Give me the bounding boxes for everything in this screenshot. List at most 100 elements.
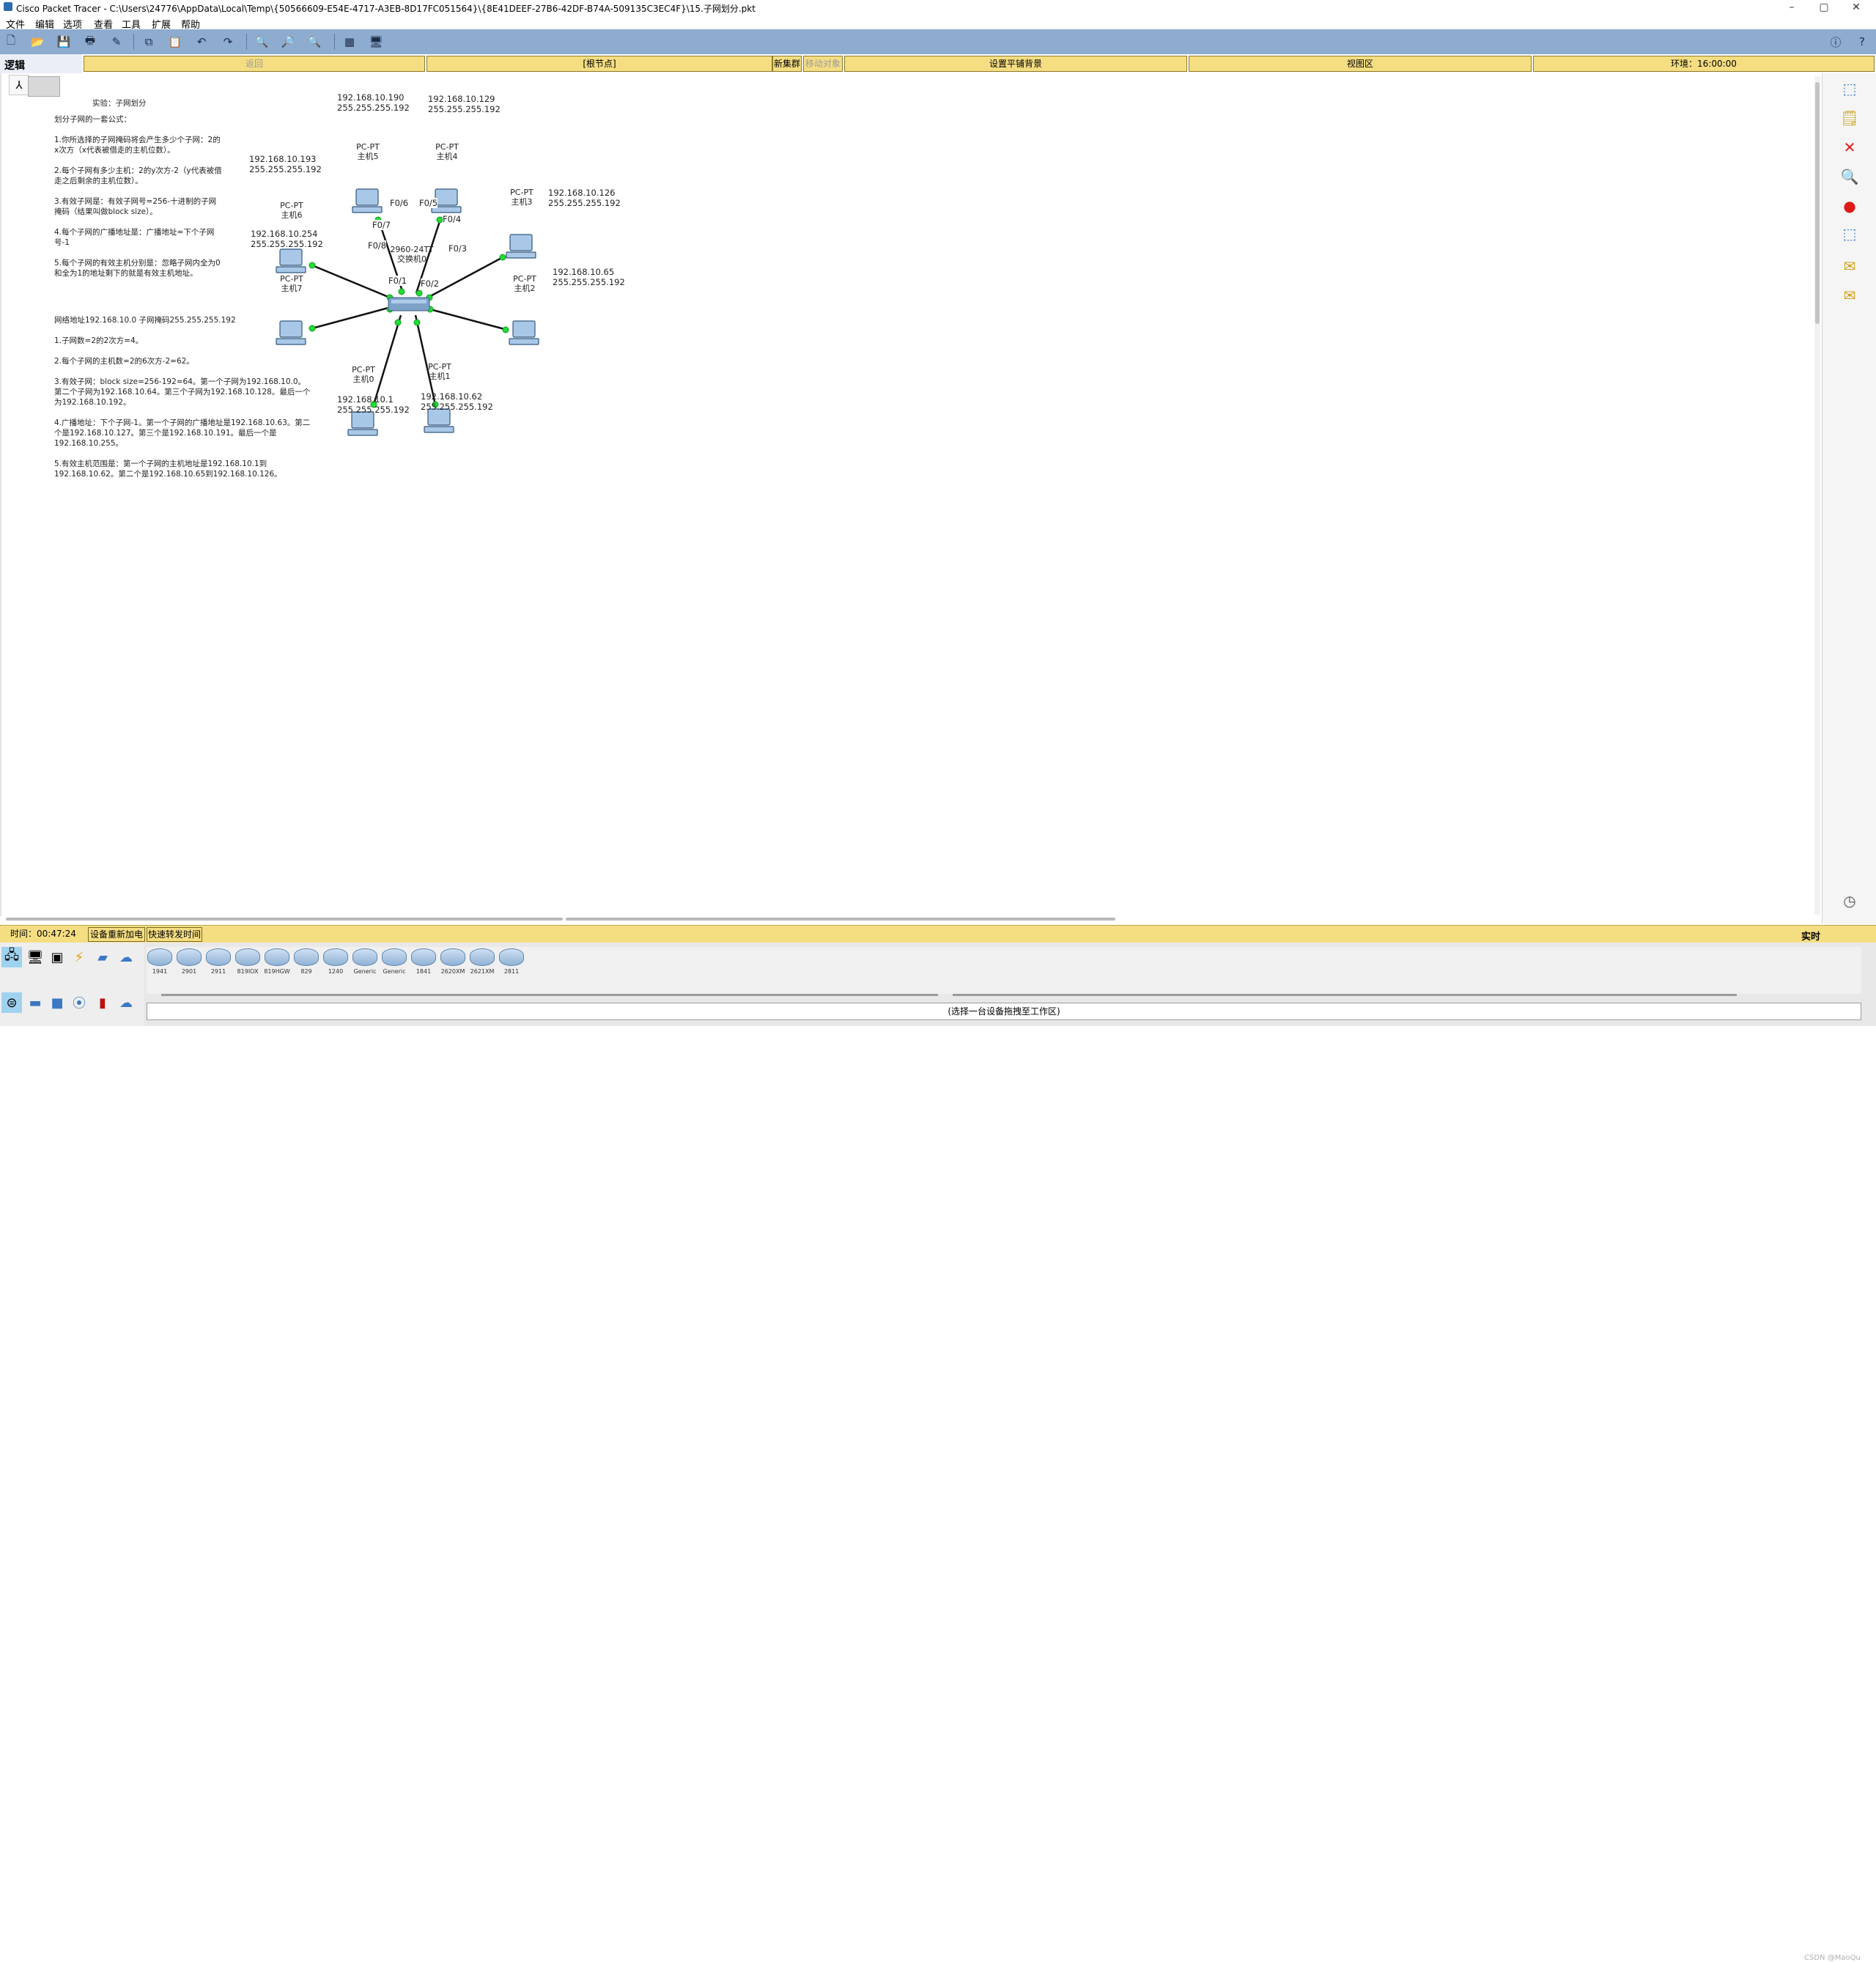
maximize-button[interactable]: ▢ — [1809, 0, 1839, 15]
undo-icon[interactable]: ↶ — [193, 34, 210, 50]
router-2620xm[interactable]: 2620XM — [440, 947, 466, 975]
workspace-vertical-scrollbar[interactable] — [1814, 76, 1820, 915]
host0-label[interactable]: PC-PT 主机0 — [343, 365, 384, 384]
host7-mask: 255.255.255.192 — [251, 239, 323, 249]
environment-button[interactable]: 环境：16:00:00 — [1533, 56, 1875, 72]
host2-ip-note[interactable]: 192.168.10.65 255.255.255.192 — [553, 267, 625, 287]
add-simple-pdu-icon[interactable]: ✉ — [1840, 257, 1859, 276]
logical-tab[interactable]: 逻辑 — [0, 54, 82, 73]
router-icon — [177, 948, 202, 966]
activity-wizard-icon[interactable]: ✎ — [108, 34, 125, 50]
menu-bar: 文件 编辑 选项 查看 工具 扩展 帮助 — [0, 15, 1876, 31]
connections-icon[interactable]: ⚡ — [69, 947, 89, 967]
power-cycle-button[interactable]: 设备重新加电 — [88, 927, 145, 942]
host6-type: PC-PT — [280, 201, 303, 210]
info-icon[interactable]: ⓘ — [1828, 34, 1844, 50]
device-list-scrollbar[interactable] — [161, 994, 938, 996]
realtime-mode-label[interactable]: 实时 — [1801, 929, 1820, 943]
security-icon[interactable]: ▮ — [92, 992, 113, 1013]
host1-ip-note[interactable]: 192.168.10.62 255.255.255.192 — [421, 391, 493, 412]
routers-icon[interactable]: ⊜ — [1, 992, 22, 1013]
back-button[interactable]: 返回 — [84, 56, 425, 72]
host7-ip-note[interactable]: 192.168.10.254 255.255.255.192 — [251, 229, 323, 249]
logical-nav-bar: 逻辑 返回 [根节点] 新集群 移动对象 设置平铺背景 视图区 环境：16:00… — [0, 54, 1876, 73]
router-1240[interactable]: 1240 — [322, 947, 349, 975]
logical-tab-label: 逻辑 — [4, 60, 25, 72]
host5-label[interactable]: PC-PT 主机5 — [347, 142, 388, 161]
redo-icon[interactable]: ↷ — [220, 34, 236, 50]
pc-icon-host3 — [506, 234, 536, 259]
custom-device-icon[interactable]: 🖥 — [368, 34, 384, 50]
draw-shape-icon[interactable]: ● — [1840, 196, 1859, 215]
host7-label[interactable]: PC-PT 主机7 — [271, 274, 312, 293]
wan-emulation-icon[interactable]: ☁ — [116, 992, 136, 1013]
wireless-devices-icon[interactable]: ⦿ — [69, 992, 89, 1013]
delete-icon[interactable]: ✕ — [1840, 138, 1859, 157]
multiuser-icon[interactable]: ☁ — [116, 947, 136, 967]
zoom-out-icon[interactable]: 🔍 — [306, 34, 322, 50]
host3-ip-note[interactable]: 192.168.10.126 255.255.255.192 — [548, 188, 621, 208]
router-819hgw[interactable]: 819HGW — [264, 947, 290, 975]
miscellaneous-icon[interactable]: ▰ — [92, 947, 113, 967]
components-icon[interactable]: ▣ — [47, 947, 67, 967]
move-object-button[interactable]: 移动对象 — [803, 56, 843, 72]
select-icon[interactable]: ⬚ — [1840, 79, 1859, 98]
help-icon[interactable]: ? — [1854, 34, 1870, 50]
open-folder-icon[interactable]: 📂 — [29, 34, 45, 50]
viewport-button[interactable]: 视图区 — [1189, 56, 1532, 72]
save-icon[interactable]: 💾 — [56, 34, 72, 50]
router-2901[interactable]: 2901 — [176, 947, 202, 975]
zoom-in-icon[interactable]: 🔍 — [254, 34, 270, 50]
port-label-f07: F0/7 — [372, 220, 391, 230]
host6-ip-note[interactable]: 192.168.10.193 255.255.255.192 — [249, 154, 322, 174]
host3-label[interactable]: PC-PT 主机3 — [501, 188, 542, 207]
fast-forward-button[interactable]: 快速转发时间 — [147, 927, 202, 942]
switches-icon[interactable]: ▬ — [25, 992, 45, 1013]
print-icon[interactable]: 🖶 — [82, 34, 98, 50]
router-1841[interactable]: 1841 — [410, 947, 437, 975]
host5-ip-note[interactable]: 192.168.10.190 255.255.255.192 — [337, 92, 410, 113]
host0-ip-note[interactable]: 192.168.10.1 255.255.255.192 — [337, 394, 410, 415]
set-background-button[interactable]: 设置平铺背景 — [844, 56, 1187, 72]
zoom-reset-icon[interactable]: 🔎 — [280, 34, 296, 50]
inspect-icon[interactable]: 🔍 — [1840, 167, 1859, 186]
router-1941[interactable]: 1941 — [147, 947, 173, 975]
network-devices-icon[interactable]: 🖧 — [1, 947, 22, 967]
root-node-button[interactable]: [根节点] — [426, 56, 772, 72]
host4-label[interactable]: PC-PT 主机4 — [426, 142, 468, 161]
router-819iox[interactable]: 819IOX — [234, 947, 261, 975]
router-2911[interactable]: 2911 — [205, 947, 232, 975]
elapsed-time: 时间：00:47:24 — [10, 929, 76, 939]
router-2621xm[interactable]: 2621XM — [469, 947, 495, 975]
hubs-icon[interactable]: ■ — [47, 992, 67, 1013]
router-generic-1[interactable]: Generic — [352, 947, 378, 975]
end-devices-icon[interactable]: 🖥 — [25, 947, 45, 967]
port-label-f03: F0/3 — [448, 243, 468, 254]
resize-shape-icon[interactable]: ⬚ — [1840, 224, 1859, 243]
drawing-palette-icon[interactable]: ▦ — [341, 34, 358, 50]
place-note-icon[interactable]: 🗒 — [1840, 108, 1859, 128]
realtime-clock-icon[interactable]: ◷ — [1840, 891, 1859, 910]
paste-icon[interactable]: 📋 — [167, 34, 183, 50]
host1-label[interactable]: PC-PT 主机1 — [419, 362, 460, 381]
app-icon — [4, 2, 12, 11]
new-cluster-button[interactable]: 新集群 — [772, 56, 802, 72]
host2-label[interactable]: PC-PT 主机2 — [504, 274, 545, 293]
close-button[interactable]: ✕ — [1841, 0, 1872, 15]
device-list-scrollbar-track[interactable] — [953, 994, 1737, 996]
copy-icon[interactable]: ⧉ — [141, 34, 157, 50]
new-file-icon[interactable]: 🗋 — [3, 34, 19, 50]
host6-label[interactable]: PC-PT 主机6 — [271, 201, 312, 220]
add-complex-pdu-icon[interactable]: ✉ — [1840, 286, 1859, 305]
router-829[interactable]: 829 — [293, 947, 320, 975]
minimize-button[interactable]: – — [1776, 0, 1807, 15]
vertical-scroll-thumb[interactable] — [1815, 82, 1820, 324]
workspace-horizontal-scrollbar[interactable] — [6, 918, 563, 921]
workspace-horizontal-scrollbar-track[interactable] — [566, 918, 1115, 921]
logical-workspace[interactable]: ⅄ 实验：子网划分 划分子网的一套公式： 1.你所选择的子网掩码将会产生多少个子… — [0, 73, 1822, 916]
host4-ip: 192.168.10.129 — [428, 94, 495, 104]
router-generic-2[interactable]: Generic — [381, 947, 407, 975]
host4-ip-note[interactable]: 192.168.10.129 255.255.255.192 — [428, 94, 501, 114]
router-label: 2621XM — [470, 968, 495, 975]
router-2811[interactable]: 2811 — [498, 947, 525, 975]
